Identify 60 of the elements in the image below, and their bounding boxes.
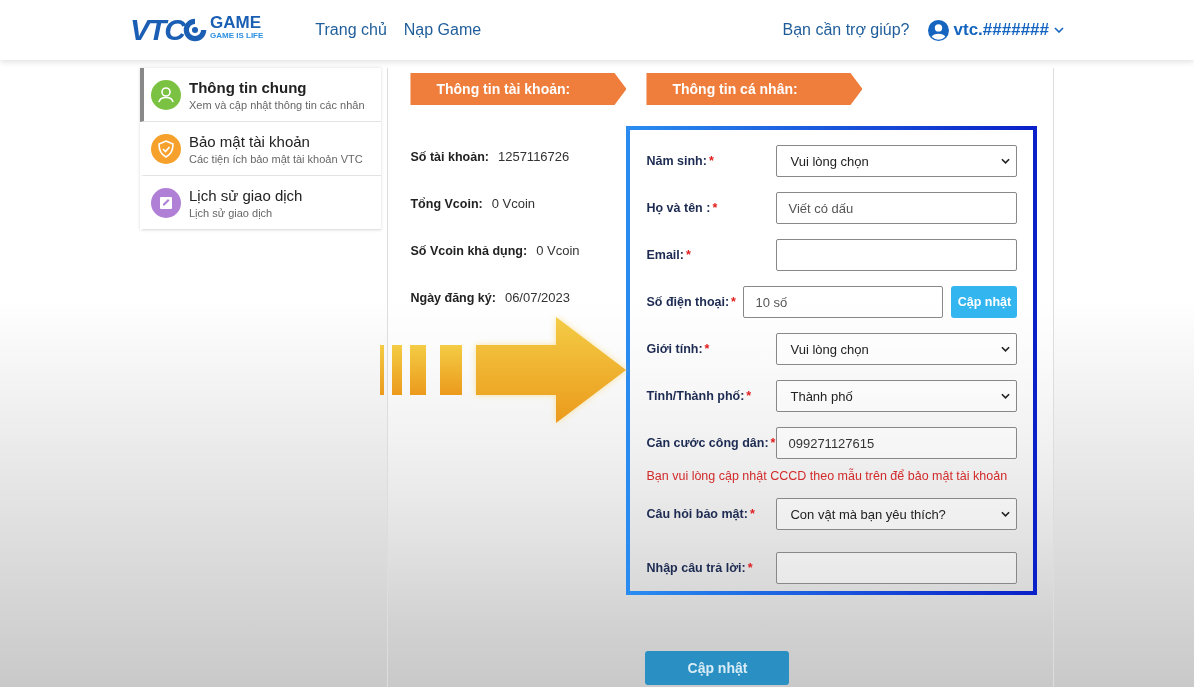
input-field[interactable]: [776, 239, 1018, 271]
section-banner: Thông tin cá nhân:: [646, 73, 863, 105]
field-label: Họ và tên :: [646, 201, 711, 215]
chevron-icon: [1001, 511, 1011, 517]
required-mark: *: [749, 507, 755, 521]
field-label: Năm sinh:: [646, 154, 707, 168]
caret-icon[interactable]: [1054, 27, 1064, 33]
section-banner: Thông tin tài khoản:: [410, 73, 627, 105]
sidebar-item[interactable]: Lịch sử giao dịch Lịch sử giao dịch: [140, 176, 382, 230]
required-mark: *: [746, 389, 752, 403]
info-value: 1257116726: [497, 149, 570, 164]
select-field[interactable]: Vui lòng chọn: [776, 145, 1018, 177]
sidebar-item-subtitle: Lịch sử giao dịch: [189, 206, 274, 219]
logo-slogan: GAME IS LIFE: [210, 30, 264, 41]
info-label: Tổng Vcoin:: [410, 197, 483, 211]
field-label: Giới tính:: [646, 342, 703, 356]
info-value: 0 Vcoin: [536, 243, 580, 258]
nav-link[interactable]: Trang chủ: [315, 21, 387, 39]
sidebar-item[interactable]: Thông tin chung Xem và cập nhật thông tin các nhân: [140, 68, 382, 122]
required-mark: *: [770, 436, 776, 450]
chevron-icon: [1001, 393, 1011, 399]
field-label: Căn cước công dân:: [646, 436, 769, 450]
required-mark: *: [686, 248, 691, 262]
select-field[interactable]: Con vật mà bạn yêu thích?: [776, 498, 1018, 530]
input-field[interactable]: [776, 552, 1018, 584]
input-field[interactable]: Viết có dấu: [776, 192, 1018, 224]
sidebar-item-subtitle: Xem và cập nhật thông tin các nhân: [189, 98, 365, 111]
field-label: Nhập câu trả lời:: [646, 561, 746, 575]
input-field[interactable]: 10 số: [743, 286, 944, 318]
sidebar-item-title: Lịch sử giao dịch: [189, 186, 303, 204]
field-label: Tỉnh/Thành phố:: [646, 389, 745, 403]
required-mark: *: [747, 561, 753, 575]
warning-text: Bạn vui lòng cập nhật CCCD theo mẫu trên để bảo mật tài khoản: [646, 469, 1009, 483]
required-mark: *: [712, 201, 718, 215]
info-value: 06/07/2023: [504, 290, 570, 305]
user-name[interactable]: vtc.#######: [953, 20, 1049, 40]
required-mark: *: [704, 342, 710, 356]
sidebar-item-title: Thông tin chung: [189, 78, 308, 96]
info-label: Số Vcoin khả dụng:: [410, 244, 528, 258]
nav-link[interactable]: Nạp Game: [403, 21, 482, 39]
sidebar-item[interactable]: Bảo mật tài khoản Các tiện ích bảo mật tài khoản VTC: [140, 122, 382, 176]
field-label: Số điện thoại:: [646, 295, 730, 309]
chevron-icon: [1001, 346, 1011, 352]
info-label: Số tài khoản:: [410, 150, 489, 164]
required-mark: *: [708, 154, 714, 168]
logo-text: VTC: [130, 13, 184, 47]
chevron-icon: [1001, 158, 1011, 164]
required-mark: *: [731, 295, 736, 309]
input-field[interactable]: 099271127615: [776, 427, 1018, 459]
sidebar-item-subtitle: Các tiện ích bảo mật tài khoản VTC: [189, 152, 363, 165]
field-label: Email:: [646, 248, 684, 262]
user-icon: [927, 19, 949, 41]
info-value: 0 Vcoin: [491, 196, 536, 211]
logo-text: GAME: [210, 13, 262, 31]
select-field[interactable]: Vui lòng chọn: [776, 333, 1018, 365]
select-field[interactable]: Thành phố: [776, 380, 1018, 412]
sidebar-item-title: Bảo mật tài khoản: [189, 132, 311, 150]
help-link[interactable]: Bạn cần trợ giúp?: [782, 21, 910, 39]
info-label: Ngày đăng ký:: [410, 291, 496, 305]
field-label: Câu hỏi bảo mật:: [646, 507, 748, 521]
